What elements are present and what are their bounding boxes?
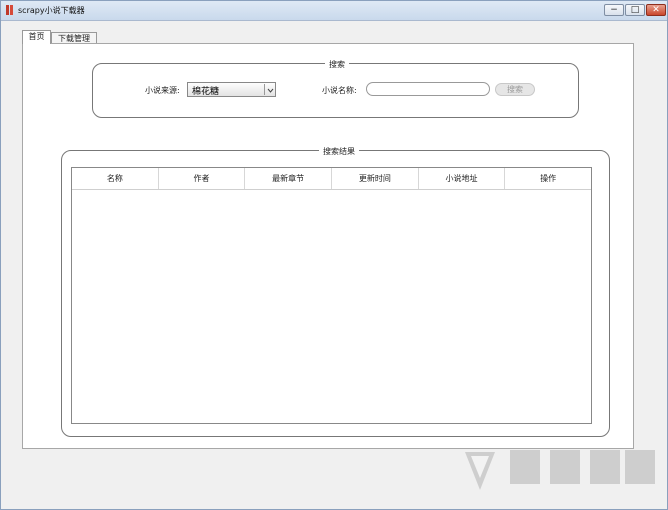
search-group-legend: 搜索 [325, 59, 349, 70]
minimize-icon: − [610, 5, 618, 15]
maximize-button[interactable]: □ [625, 4, 645, 16]
search-button[interactable]: 搜索 [495, 83, 535, 96]
maximize-icon: □ [630, 5, 640, 15]
column-header-action[interactable]: 操作 [505, 168, 591, 189]
source-select[interactable]: 棉花糖 [187, 82, 276, 97]
source-select-value: 棉花糖 [192, 87, 220, 97]
tab-home[interactable]: 首页 [22, 30, 51, 44]
select-divider [264, 84, 265, 95]
window-title: scrapy小说下载器 [18, 6, 85, 15]
book-icon [6, 5, 13, 15]
results-table[interactable]: 名称 作者 最新章节 更新时间 小说地址 操作 [71, 167, 592, 424]
results-group-legend: 搜索结果 [319, 146, 359, 157]
novel-name-label: 小说名称: [322, 86, 357, 95]
minimize-button[interactable]: − [604, 4, 624, 16]
close-button[interactable]: ✕ [646, 4, 666, 16]
column-header-author[interactable]: 作者 [159, 168, 246, 189]
column-header-update-time[interactable]: 更新时间 [332, 168, 419, 189]
column-header-name[interactable]: 名称 [72, 168, 159, 189]
novel-name-input[interactable] [366, 82, 490, 96]
close-icon: ✕ [652, 5, 660, 15]
watermark-logo [465, 450, 655, 490]
source-label: 小说来源: [145, 86, 180, 95]
table-header: 名称 作者 最新章节 更新时间 小说地址 操作 [72, 168, 591, 190]
title-bar[interactable]: scrapy小说下载器 − □ ✕ [1, 1, 667, 21]
chevron-down-icon [267, 88, 274, 93]
column-header-latest-chapter[interactable]: 最新章节 [245, 168, 333, 189]
column-header-novel-url[interactable]: 小说地址 [419, 168, 506, 189]
